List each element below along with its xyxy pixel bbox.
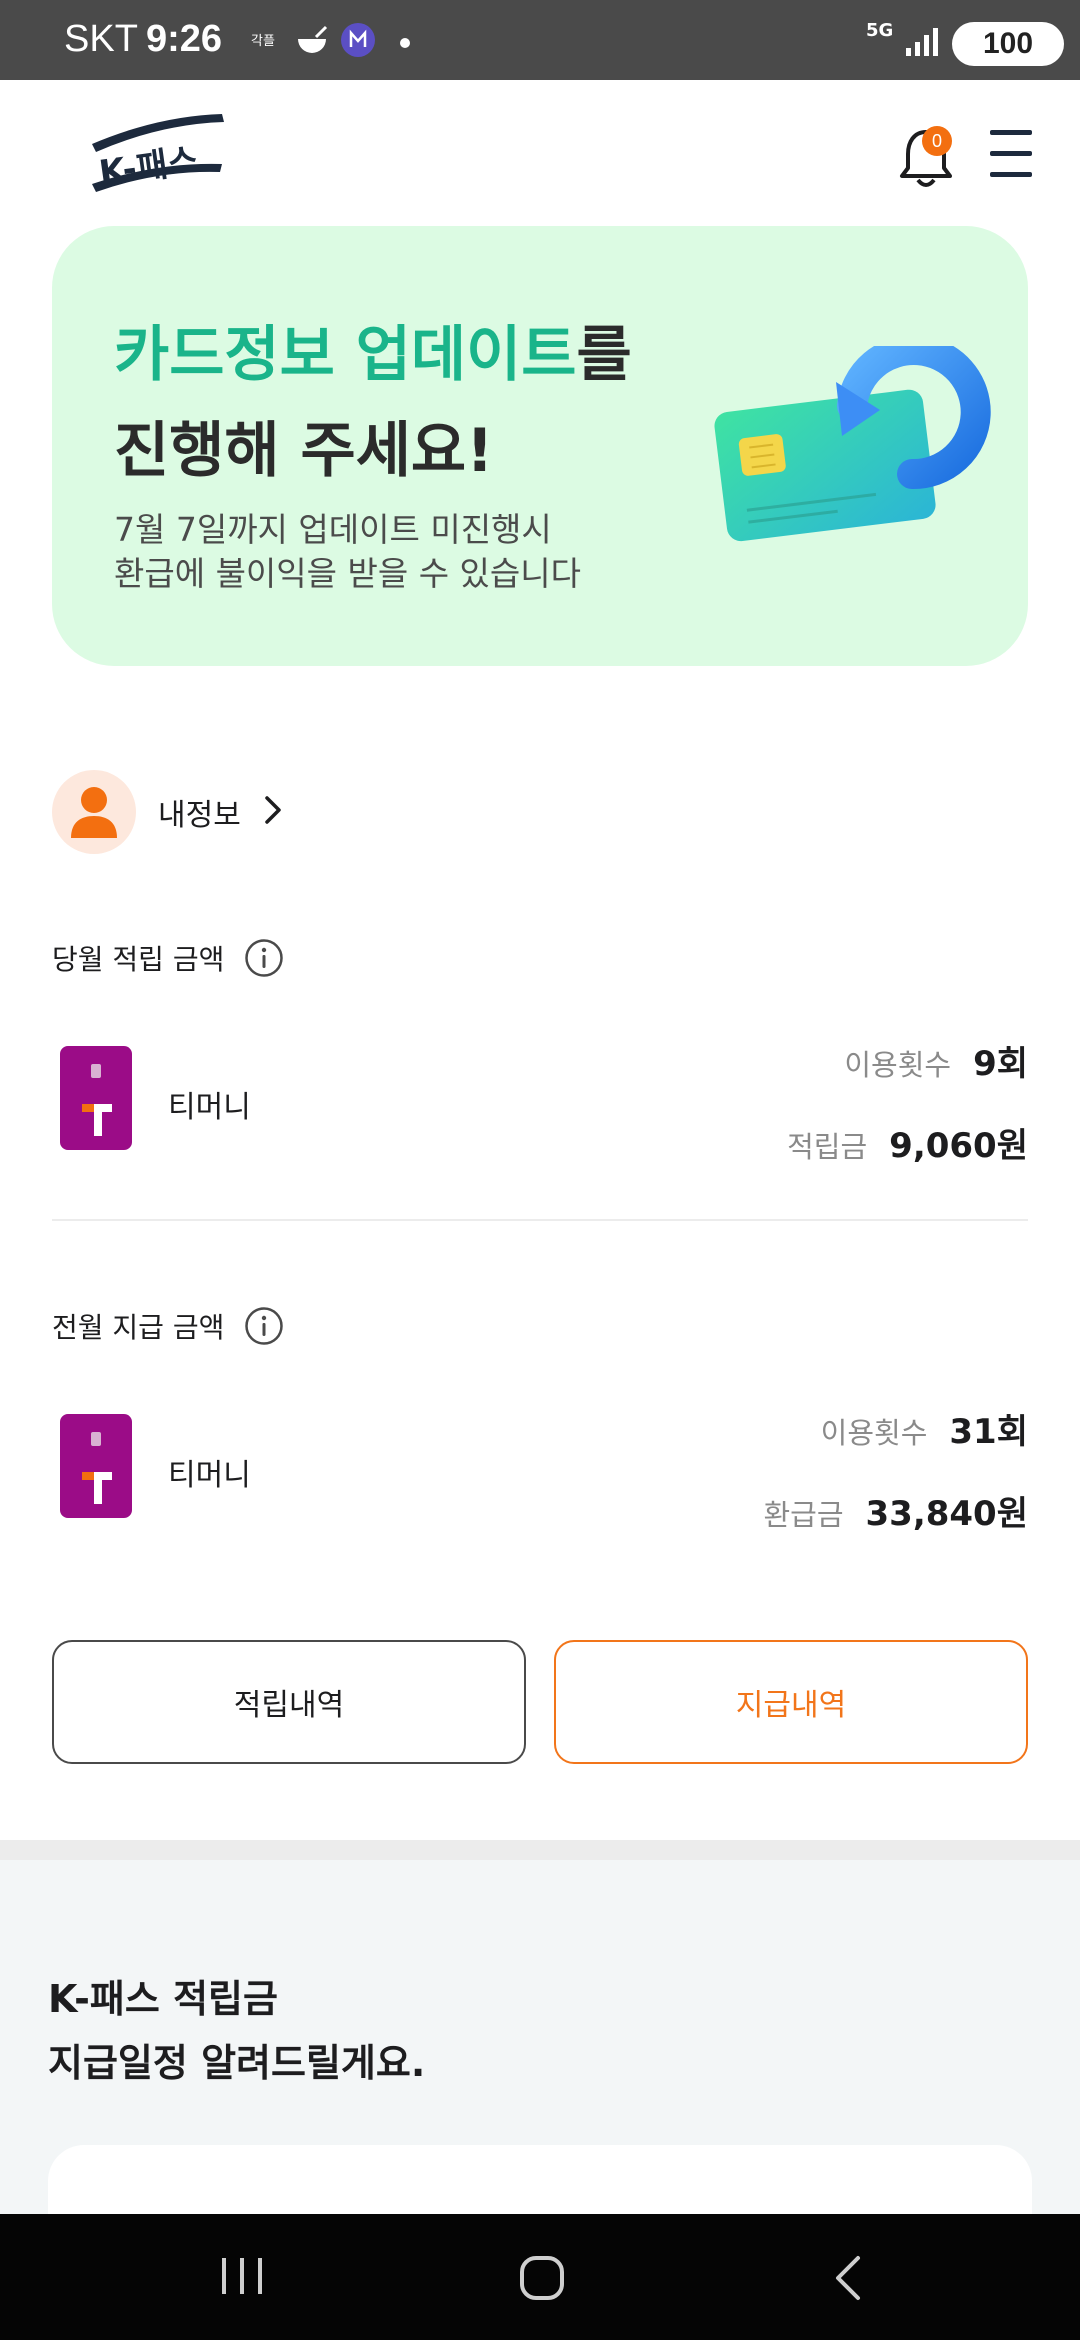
signal-icon: [906, 26, 940, 62]
earn-history-button[interactable]: 적립내역: [52, 1640, 526, 1764]
chevron-right-icon: [263, 794, 283, 830]
usage-count-value: 31회: [949, 1412, 1028, 1452]
previous-month-title: 전월 지급 금액: [52, 1311, 225, 1344]
system-navigation-bar: [0, 2214, 1080, 2340]
tmoney-logo-icon: [82, 1472, 112, 1504]
tmoney-card-image: [60, 1414, 132, 1518]
recent-apps-icon[interactable]: [218, 2254, 266, 2302]
carrier-label: SKT: [64, 18, 138, 60]
section-divider: [52, 1219, 1028, 1221]
banner-title-highlight: 카드정보 업데이트: [114, 320, 577, 390]
status-bar: SKT 9:26 각플 5G 100: [0, 0, 1080, 80]
tmoney-logo-icon: [82, 1104, 112, 1136]
battery-indicator: 100: [952, 22, 1064, 66]
current-month-title: 당월 적립 금액: [52, 943, 225, 976]
payment-schedule-section: K-패스 적립금 지급일정 알려드릴게요.: [0, 1860, 1080, 2265]
more-notifications-dot: [400, 38, 410, 48]
banner-title-suffix: 를: [576, 320, 632, 390]
accumulated-amount-value: 9,060원: [889, 1126, 1028, 1166]
accumulated-amount: 적립금 9,060원: [787, 1118, 1028, 1167]
tmoney-card-image: [60, 1046, 132, 1150]
card-name: 티머니: [168, 1090, 251, 1125]
info-icon[interactable]: [244, 938, 284, 978]
accumulated-amount-label: 적립금: [787, 1130, 868, 1164]
app-icon: [338, 22, 378, 58]
card-name: 티머니: [168, 1458, 251, 1493]
schedule-title-line1: K-패스 적립금: [48, 1977, 278, 2021]
my-info-link[interactable]: 내정보: [52, 770, 283, 854]
section-separator: [0, 1840, 1080, 1860]
kakao-icon: 각플: [250, 22, 280, 58]
banner-title-line2: 진행해 주세요!: [114, 416, 494, 486]
card-refresh-illustration-icon: [702, 335, 992, 550]
schedule-title-line2: 지급일정 알려드릴게요.: [48, 2041, 426, 2085]
k-pass-logo[interactable]: K-패스: [88, 110, 228, 200]
food-icon: [292, 22, 332, 58]
current-month-card-row: 티머니 이용횟수 9회 적립금 9,060원: [52, 1036, 1028, 1176]
current-month-section-title: 당월 적립 금액: [52, 938, 284, 978]
refund-amount: 환급금 33,840원: [763, 1486, 1028, 1535]
avatar: [52, 770, 136, 854]
banner-title-line1: 카드정보 업데이트를: [114, 306, 632, 393]
app-header: K-패스 0: [0, 80, 1080, 225]
my-info-label: 내정보: [158, 798, 241, 833]
home-icon[interactable]: [518, 2254, 566, 2306]
usage-count: 이용횟수 9회: [844, 1036, 1028, 1085]
refund-amount-label: 환급금: [763, 1498, 844, 1532]
card-update-banner[interactable]: 카드정보 업데이트를 진행해 주세요! 7월 7일까지 업데이트 미진행시 환급…: [52, 226, 1028, 666]
banner-description: 7월 7일까지 업데이트 미진행시 환급에 불이익을 받을 수 있습니다: [114, 508, 581, 596]
info-icon[interactable]: [244, 1306, 284, 1346]
notification-count-badge: 0: [922, 126, 952, 156]
usage-count: 이용횟수 31회: [821, 1404, 1028, 1453]
clock: 9:26: [146, 18, 223, 60]
network-type: 5G: [866, 20, 894, 41]
back-icon[interactable]: [830, 2254, 866, 2306]
svg-text:각플: 각플: [251, 34, 275, 49]
refund-amount-value: 33,840원: [865, 1494, 1028, 1534]
previous-month-card-row: 티머니 이용횟수 31회 환급금 33,840원: [52, 1404, 1028, 1544]
user-icon: [71, 787, 117, 838]
previous-month-section-title: 전월 지급 금액: [52, 1306, 284, 1346]
usage-count-label: 이용횟수: [820, 1416, 928, 1450]
usage-count-label: 이용횟수: [844, 1048, 952, 1082]
banner-desc-line1: 7월 7일까지 업데이트 미진행시: [114, 510, 552, 549]
hamburger-menu-icon[interactable]: [990, 128, 1036, 180]
pay-history-button[interactable]: 지급내역: [554, 1640, 1028, 1764]
usage-count-value: 9회: [973, 1044, 1028, 1084]
banner-desc-line2: 환급에 불이익을 받을 수 있습니다: [114, 554, 581, 593]
